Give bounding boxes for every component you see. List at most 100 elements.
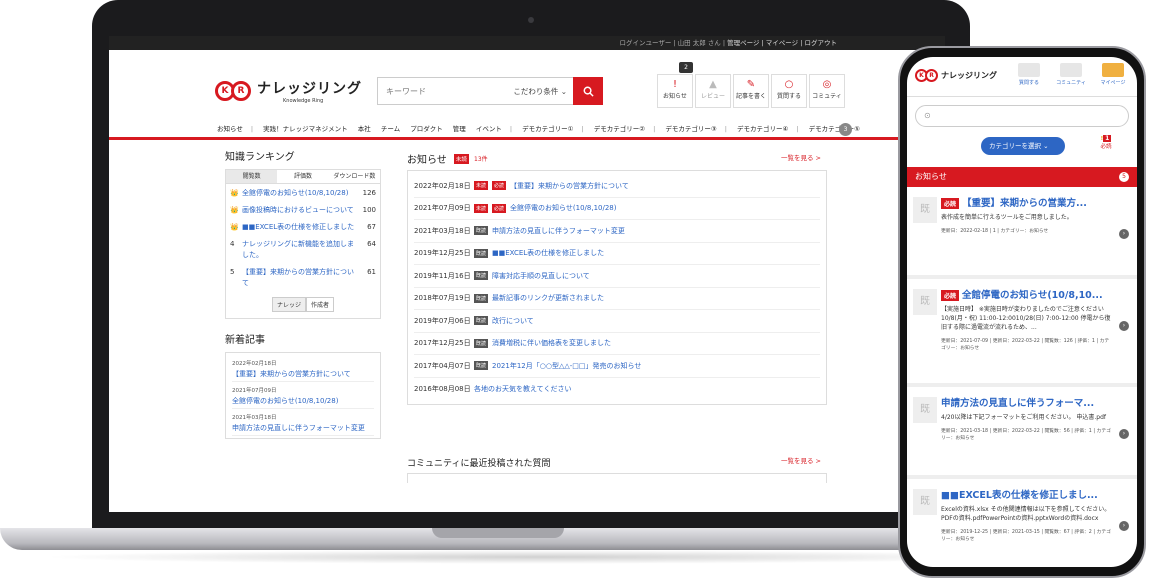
nav-item[interactable]: デモカテゴリー①: [522, 125, 573, 133]
tab-ratings[interactable]: 評価数: [277, 170, 328, 183]
ask-question-button[interactable]: ○ 質問する: [771, 74, 807, 108]
news-row[interactable]: 2021年07月09日 未読 必読 全館停電のお知らせ(10/8,10/28): [414, 198, 820, 220]
thumbnail-icon: 既: [913, 397, 937, 423]
user-info: ログインユーザー | 山田 太郎 さん |: [619, 39, 728, 47]
mobile-header: KR ナレッジリング 質問する コミュニティ マイページ: [907, 57, 1137, 97]
must-read-tag: 必読: [941, 290, 960, 301]
pen-icon: ✎: [746, 79, 756, 90]
mobile-category-row: カテゴリーを選択 ⌄ ! 1 必読: [907, 135, 1137, 159]
logo-title: ナレッジリング: [257, 81, 362, 97]
nav-more-count[interactable]: 3: [839, 123, 852, 136]
news-row[interactable]: 2017年12月25日 既読 消費増税に伴い価格表を変更しました: [414, 333, 820, 355]
chevron-right-icon[interactable]: ›: [1119, 321, 1129, 331]
mobile-mypage-button[interactable]: マイページ: [1095, 63, 1131, 86]
news-row[interactable]: 2022年02月18日 未読 必読 【重要】来期からの営業方針について: [414, 175, 820, 198]
ranking-title: 知識ランキング: [225, 152, 295, 163]
speech-bubble-icon: ○: [784, 79, 794, 90]
item-meta: 更新日：2021-07-09 | 更新日：2022-03-22 | 閲覧数：12…: [941, 339, 1110, 351]
chat-icon: ◎: [822, 79, 832, 90]
ranking-item[interactable]: 👑 画像投稿時におけるビューについて 100: [226, 201, 380, 218]
news-row[interactable]: 2019年12月25日 既読 ■■EXCEL表の仕様を修正しました: [414, 243, 820, 265]
top-bar: ログインユーザー | 山田 太郎 さん | 管理ページ | マイページ | ログ…: [109, 36, 945, 50]
crown-gold-icon: 👑: [230, 189, 239, 197]
news-row[interactable]: 2019年07月06日 既読 改行について: [414, 310, 820, 333]
switch-knowledge[interactable]: ナレッジ: [271, 297, 306, 312]
community-title: コミュニティに最近投稿された質問: [407, 459, 551, 469]
notice-button[interactable]: ! お知らせ: [657, 74, 693, 108]
must-read-badge[interactable]: ! 1 必読: [1097, 135, 1115, 150]
search-button[interactable]: [573, 77, 603, 105]
bell-exclamation-icon: !: [672, 79, 677, 90]
nav-item[interactable]: イベント: [476, 125, 502, 133]
post-link[interactable]: 【重要】来期からの営業方針について: [232, 369, 374, 382]
mobile-logo[interactable]: KR ナレッジリング: [915, 69, 997, 82]
nav-item[interactable]: プロダクト: [410, 125, 443, 133]
news-row[interactable]: 2021年03月18日 既読 申請方法の見直しに伴うフォーマット変更: [414, 220, 820, 243]
search-icon: [583, 86, 594, 97]
write-article-button[interactable]: ✎ 記事を書く: [733, 74, 769, 108]
search-bar: こだわり条件 ⌄: [377, 77, 603, 105]
post-link[interactable]: 申請方法の見直しに伴うフォーマット変更: [232, 423, 374, 436]
community-header: コミュニティに最近投稿された質問 一覧を見る >: [407, 451, 827, 469]
news-list: 2022年02月18日 未読 必読 【重要】来期からの営業方針について 2021年07…: [407, 170, 827, 405]
nav-item[interactable]: お知らせ: [217, 125, 243, 133]
category-nav: お知らせ | 実践！ナレッジマネジメント 本社 チーム プロダクト 管理 イベント…: [109, 120, 945, 140]
chevron-right-icon[interactable]: ›: [1119, 521, 1129, 531]
chevron-right-icon[interactable]: ›: [1119, 429, 1129, 439]
ranking-item[interactable]: 4 ナレッジリングに新機能を追加しました。 64: [226, 235, 380, 263]
ranking-item[interactable]: 👑 ■■EXCEL表の仕様を修正しました 67: [226, 218, 380, 235]
left-column: 知識ランキング 閲覧数 評価数 ダウンロード数 👑 全館停電のお知らせ(10/8,…: [225, 148, 381, 439]
switch-author[interactable]: 作成者: [306, 297, 335, 312]
laptop-screen: ログインユーザー | 山田 太郎 さん | 管理ページ | マイページ | ログ…: [109, 36, 945, 512]
news-more-link[interactable]: 一覧を見る >: [781, 152, 821, 162]
item-body: 【実施日時】 ※実施日時が変わりましたのでご注意ください10/8(月・祝) 11…: [941, 306, 1111, 331]
ranking-item[interactable]: 5 【重要】来期からの営業方針について 61: [226, 263, 380, 291]
tab-views[interactable]: 閲覧数: [226, 170, 278, 183]
nav-item[interactable]: デモカテゴリー②: [594, 125, 645, 133]
item-meta: 更新日：2021-03-18 | 更新日：2022-03-22 | 閲覧数：56…: [941, 429, 1111, 441]
top-links[interactable]: 管理ページ | マイページ | ログアウト: [727, 39, 837, 47]
community-more-link[interactable]: 一覧を見る >: [781, 455, 821, 465]
mobile-news-item[interactable]: 既 申請方法の見直しに伴うフォーマ... 4/20以降は下記フォーマットをご利用…: [907, 387, 1137, 479]
nav-item[interactable]: デモカテゴリー③: [665, 125, 716, 133]
nav-item[interactable]: チーム: [381, 125, 400, 133]
nav-item[interactable]: 実践！ナレッジマネジメント: [263, 125, 348, 133]
post-date: 2022年02月18日: [232, 361, 277, 367]
chevron-right-icon[interactable]: ›: [1119, 229, 1129, 239]
mobile-ask-button[interactable]: 質問する: [1011, 63, 1047, 86]
mobile-news-item[interactable]: 既 必読 全館停電のお知らせ(10/8,10... 【実施日時】 ※実施日時が変わ…: [907, 279, 1137, 387]
review-button[interactable]: ▲ レビュー: [695, 74, 731, 108]
search-condition-dropdown[interactable]: こだわり条件 ⌄: [507, 86, 573, 97]
nav-item[interactable]: 管理: [453, 125, 466, 133]
phone-screen: KR ナレッジリング 質問する コミュニティ マイページ ⊙ カテゴリーを選択 …: [907, 57, 1137, 567]
post-date: 2021年03月18日: [232, 415, 277, 421]
bell-icon: ▲: [709, 79, 717, 90]
category-select-button[interactable]: カテゴリーを選択 ⌄: [981, 137, 1065, 155]
mobile-news-item[interactable]: 既 必読 【重要】来期からの営業方... 表作成を簡単に行えるツールをご用意しまし…: [907, 187, 1137, 279]
post-date: 2021年07月09日: [232, 388, 277, 394]
laptop-notch: [432, 528, 564, 538]
news-header: お知らせ 未読 13件 一覧を見る >: [407, 148, 827, 166]
thumbnail-icon: 既: [913, 197, 937, 223]
nav-item[interactable]: デモカテゴリー⑤: [809, 125, 860, 133]
news-title: お知らせ: [407, 155, 447, 166]
item-body: 表作成を簡単に行えるツールをご用意しました。: [941, 214, 1073, 221]
mobile-news-item[interactable]: 既 ■■EXCEL表の仕様を修正しまし... Excelの資料.xlsx その他…: [907, 479, 1137, 567]
news-row[interactable]: 2016年08月08日 各地のお天気を教えてください: [414, 378, 820, 401]
ranking-item[interactable]: 👑 全館停電のお知らせ(10/8,10/28) 126: [226, 184, 380, 201]
notification-count-badge: 2: [679, 62, 693, 73]
nav-item[interactable]: 本社: [358, 125, 371, 133]
tab-downloads[interactable]: ダウンロード数: [329, 170, 380, 183]
search-input[interactable]: [378, 78, 508, 104]
news-row[interactable]: 2018年07月19日 既読 最新記事のリンクが更新されました: [414, 288, 820, 310]
ranking-tabs: 閲覧数 評価数 ダウンロード数: [226, 170, 380, 184]
mobile-search-input[interactable]: ⊙: [915, 105, 1129, 127]
mobile-community-button[interactable]: コミュニティ: [1053, 63, 1089, 86]
item-meta: 更新日：2019-12-25 | 更新日：2021-03-15 | 閲覧数：67…: [941, 530, 1111, 542]
community-button[interactable]: ◎ コミュティ: [809, 74, 845, 108]
post-link[interactable]: 全館停電のお知らせ(10/8,10/28): [232, 396, 374, 409]
news-row[interactable]: 2017年04月07日 既読 2021年12月「○○型△△-□□」発売のお知らせ: [414, 355, 820, 378]
news-row[interactable]: 2019年11月16日 既読 障害対応手順の見直しについて: [414, 265, 820, 288]
nav-item[interactable]: デモカテゴリー④: [737, 125, 788, 133]
site-logo[interactable]: KR ナレッジリング Knowledge Ring: [215, 78, 362, 104]
